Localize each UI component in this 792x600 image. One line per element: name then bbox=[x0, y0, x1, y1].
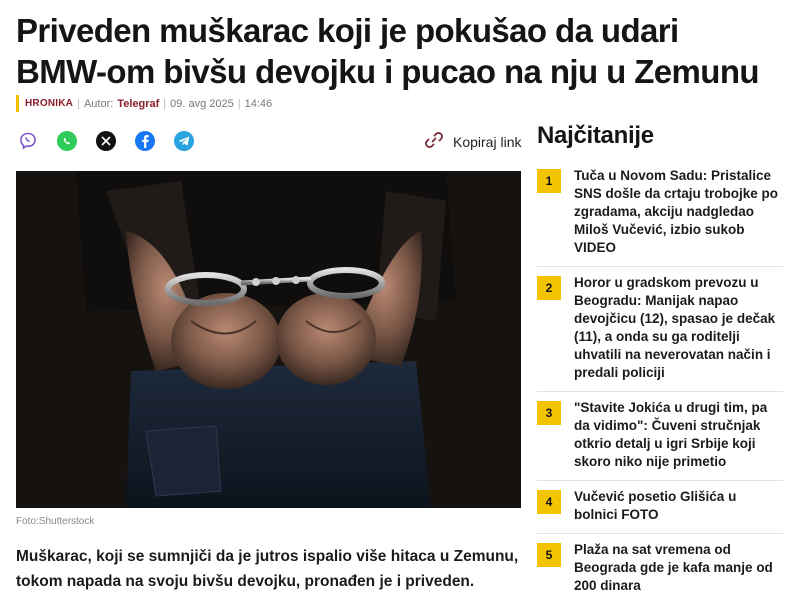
article-meta: HRONIKA | Autor: Telegraf | 09. avg 2025… bbox=[16, 95, 272, 112]
rank-badge: 3 bbox=[537, 401, 561, 425]
viber-icon[interactable] bbox=[18, 131, 38, 151]
meta-divider: | bbox=[237, 97, 241, 110]
most-read-item[interactable]: 1 Tuča u Novom Sadu: Pristalice SNS došl… bbox=[537, 160, 783, 267]
article-photo bbox=[16, 171, 521, 508]
most-read-item[interactable]: 4 Vučević posetio Glišića u bolnici FOTO bbox=[537, 481, 783, 534]
most-read-list: 1 Tuča u Novom Sadu: Pristalice SNS došl… bbox=[537, 160, 783, 600]
most-read-item[interactable]: 3 "Stavite Jokića u drugi tim, pa da vid… bbox=[537, 392, 783, 481]
category-link[interactable]: HRONIKA bbox=[25, 98, 73, 109]
link-icon bbox=[424, 130, 444, 153]
article-headline: Priveden muškarac koji je pokušao da uda… bbox=[16, 12, 760, 90]
most-read-link[interactable]: "Stavite Jokića u drugi tim, pa da vidim… bbox=[574, 399, 783, 471]
rank-badge: 2 bbox=[537, 276, 561, 300]
article-lead: Muškarac, koji se sumnjiči da je jutros … bbox=[16, 548, 519, 590]
rank-badge: 1 bbox=[537, 169, 561, 193]
meta-divider: | bbox=[77, 97, 80, 110]
most-read-link[interactable]: Plaža na sat vremena od Beograda gde je … bbox=[574, 541, 783, 595]
publish-date: 09. avg 2025 bbox=[170, 97, 234, 110]
most-read-title: Najčitanije bbox=[537, 122, 654, 149]
x-icon[interactable] bbox=[96, 131, 116, 151]
author-link[interactable]: Telegraf bbox=[117, 98, 159, 110]
most-read-item[interactable]: 2 Horor u gradskom prevozu u Beogradu: M… bbox=[537, 267, 783, 392]
whatsapp-icon[interactable] bbox=[57, 131, 77, 151]
telegram-icon[interactable] bbox=[174, 131, 194, 151]
handcuffed-hands-illustration bbox=[16, 171, 521, 508]
copy-link-label: Kopiraj link bbox=[453, 133, 522, 150]
most-read-link[interactable]: Vučević posetio Glišića u bolnici FOTO bbox=[574, 488, 783, 524]
rank-badge: 5 bbox=[537, 543, 561, 567]
most-read-link[interactable]: Tuča u Novom Sadu: Pristalice SNS došle … bbox=[574, 167, 783, 257]
share-bar bbox=[18, 131, 194, 151]
publish-time: 14:46 bbox=[244, 97, 273, 110]
rank-badge: 4 bbox=[537, 490, 561, 514]
author-label: Autor: bbox=[83, 97, 114, 110]
most-read-link[interactable]: Horor u gradskom prevozu u Beogradu: Man… bbox=[574, 274, 783, 382]
facebook-icon[interactable] bbox=[135, 131, 155, 151]
photo-caption: Foto:Shutterstock bbox=[16, 516, 95, 527]
most-read-item[interactable]: 5 Plaža na sat vremena od Beograda gde j… bbox=[537, 534, 783, 600]
copy-link-button[interactable]: Kopiraj link bbox=[424, 130, 521, 153]
meta-divider: | bbox=[163, 97, 167, 110]
